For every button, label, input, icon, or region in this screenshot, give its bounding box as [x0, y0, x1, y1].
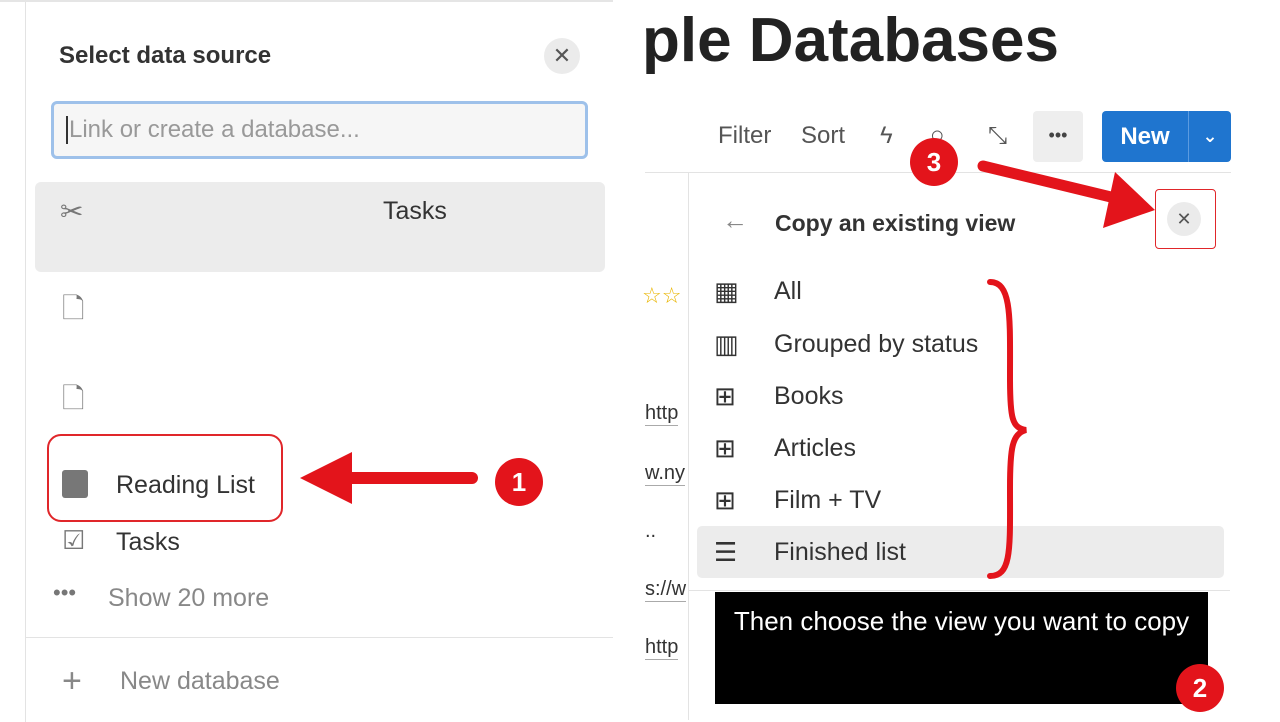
database-search-input[interactable]: Link or create a database...	[51, 101, 588, 159]
view-label: Books	[774, 382, 844, 410]
document-icon[interactable]: 🗋	[62, 378, 85, 426]
sort-button[interactable]: Sort	[801, 122, 845, 150]
view-item-finished[interactable]: ☰ Finished list	[714, 537, 906, 568]
panel-title: Select data source	[59, 42, 272, 69]
gallery-icon: ⊞	[714, 433, 736, 463]
list-item-tasks[interactable]: Tasks	[116, 528, 180, 557]
back-arrow-icon[interactable]: ←	[722, 205, 748, 236]
document-icon[interactable]: 🗋	[62, 288, 85, 336]
plus-icon: +	[62, 662, 82, 700]
highlight-box	[47, 434, 283, 522]
new-database-button[interactable]: New database	[120, 667, 280, 696]
divider	[688, 172, 689, 720]
list-item-highlighted[interactable]	[35, 182, 605, 272]
view-label: Finished list	[774, 538, 906, 566]
scissors-icon: ✂	[60, 196, 84, 227]
divider	[26, 637, 613, 638]
view-label: Articles	[774, 434, 856, 462]
view-item-articles[interactable]: ⊞ Articles	[714, 433, 856, 464]
row-fragment: w.ny	[645, 462, 686, 486]
arrow-annotation	[300, 452, 478, 504]
rating-stars: ☆☆	[642, 283, 682, 308]
gallery-icon: ⊞	[714, 381, 736, 411]
step-badge-1: 1	[495, 458, 543, 506]
select-data-source-panel: Select data source ✕ Link or create a da…	[0, 0, 613, 722]
brace-annotation	[987, 279, 1028, 579]
checkbox-icon: ☑	[62, 525, 86, 555]
close-icon[interactable]: ✕	[1167, 202, 1201, 236]
step-badge-2: 2	[1176, 664, 1224, 712]
list-icon: ☰	[714, 537, 738, 567]
list-item-label[interactable]: Tasks	[383, 197, 447, 226]
divider	[688, 590, 1230, 591]
view-item-film-tv[interactable]: ⊞ Film + TV	[714, 485, 881, 516]
row-fragment: ..	[645, 520, 657, 542]
row-fragment: http	[645, 402, 679, 426]
chevron-down-icon[interactable]: ⌄	[1188, 111, 1231, 162]
page-title: ple Databases	[642, 6, 1059, 75]
expand-icon[interactable]: ⤡	[988, 122, 1007, 150]
close-icon[interactable]: ✕	[544, 38, 580, 74]
view-item-all[interactable]: ▦ All	[714, 276, 802, 307]
divider	[25, 2, 26, 722]
view-item-grouped[interactable]: ▥ Grouped by status	[714, 329, 978, 360]
row-fragment: s://w	[645, 578, 687, 602]
gallery-icon: ⊞	[714, 485, 736, 515]
board-icon: ▥	[714, 329, 739, 359]
caption: Then choose the view you want to copy	[715, 592, 1208, 704]
more-icon: •••	[53, 580, 77, 605]
view-label: Grouped by status	[774, 330, 979, 358]
row-fragment: http	[645, 636, 679, 660]
view-label: All	[774, 277, 802, 305]
arrow-annotation	[977, 160, 1155, 228]
lightning-icon[interactable]: ϟ	[880, 122, 893, 150]
view-item-books[interactable]: ⊞ Books	[714, 381, 843, 412]
table-icon: ▦	[714, 276, 739, 306]
filter-button[interactable]: Filter	[718, 122, 771, 150]
show-more-button[interactable]: Show 20 more	[108, 584, 269, 613]
view-label: Film + TV	[774, 486, 882, 514]
step-badge-3: 3	[910, 138, 958, 186]
